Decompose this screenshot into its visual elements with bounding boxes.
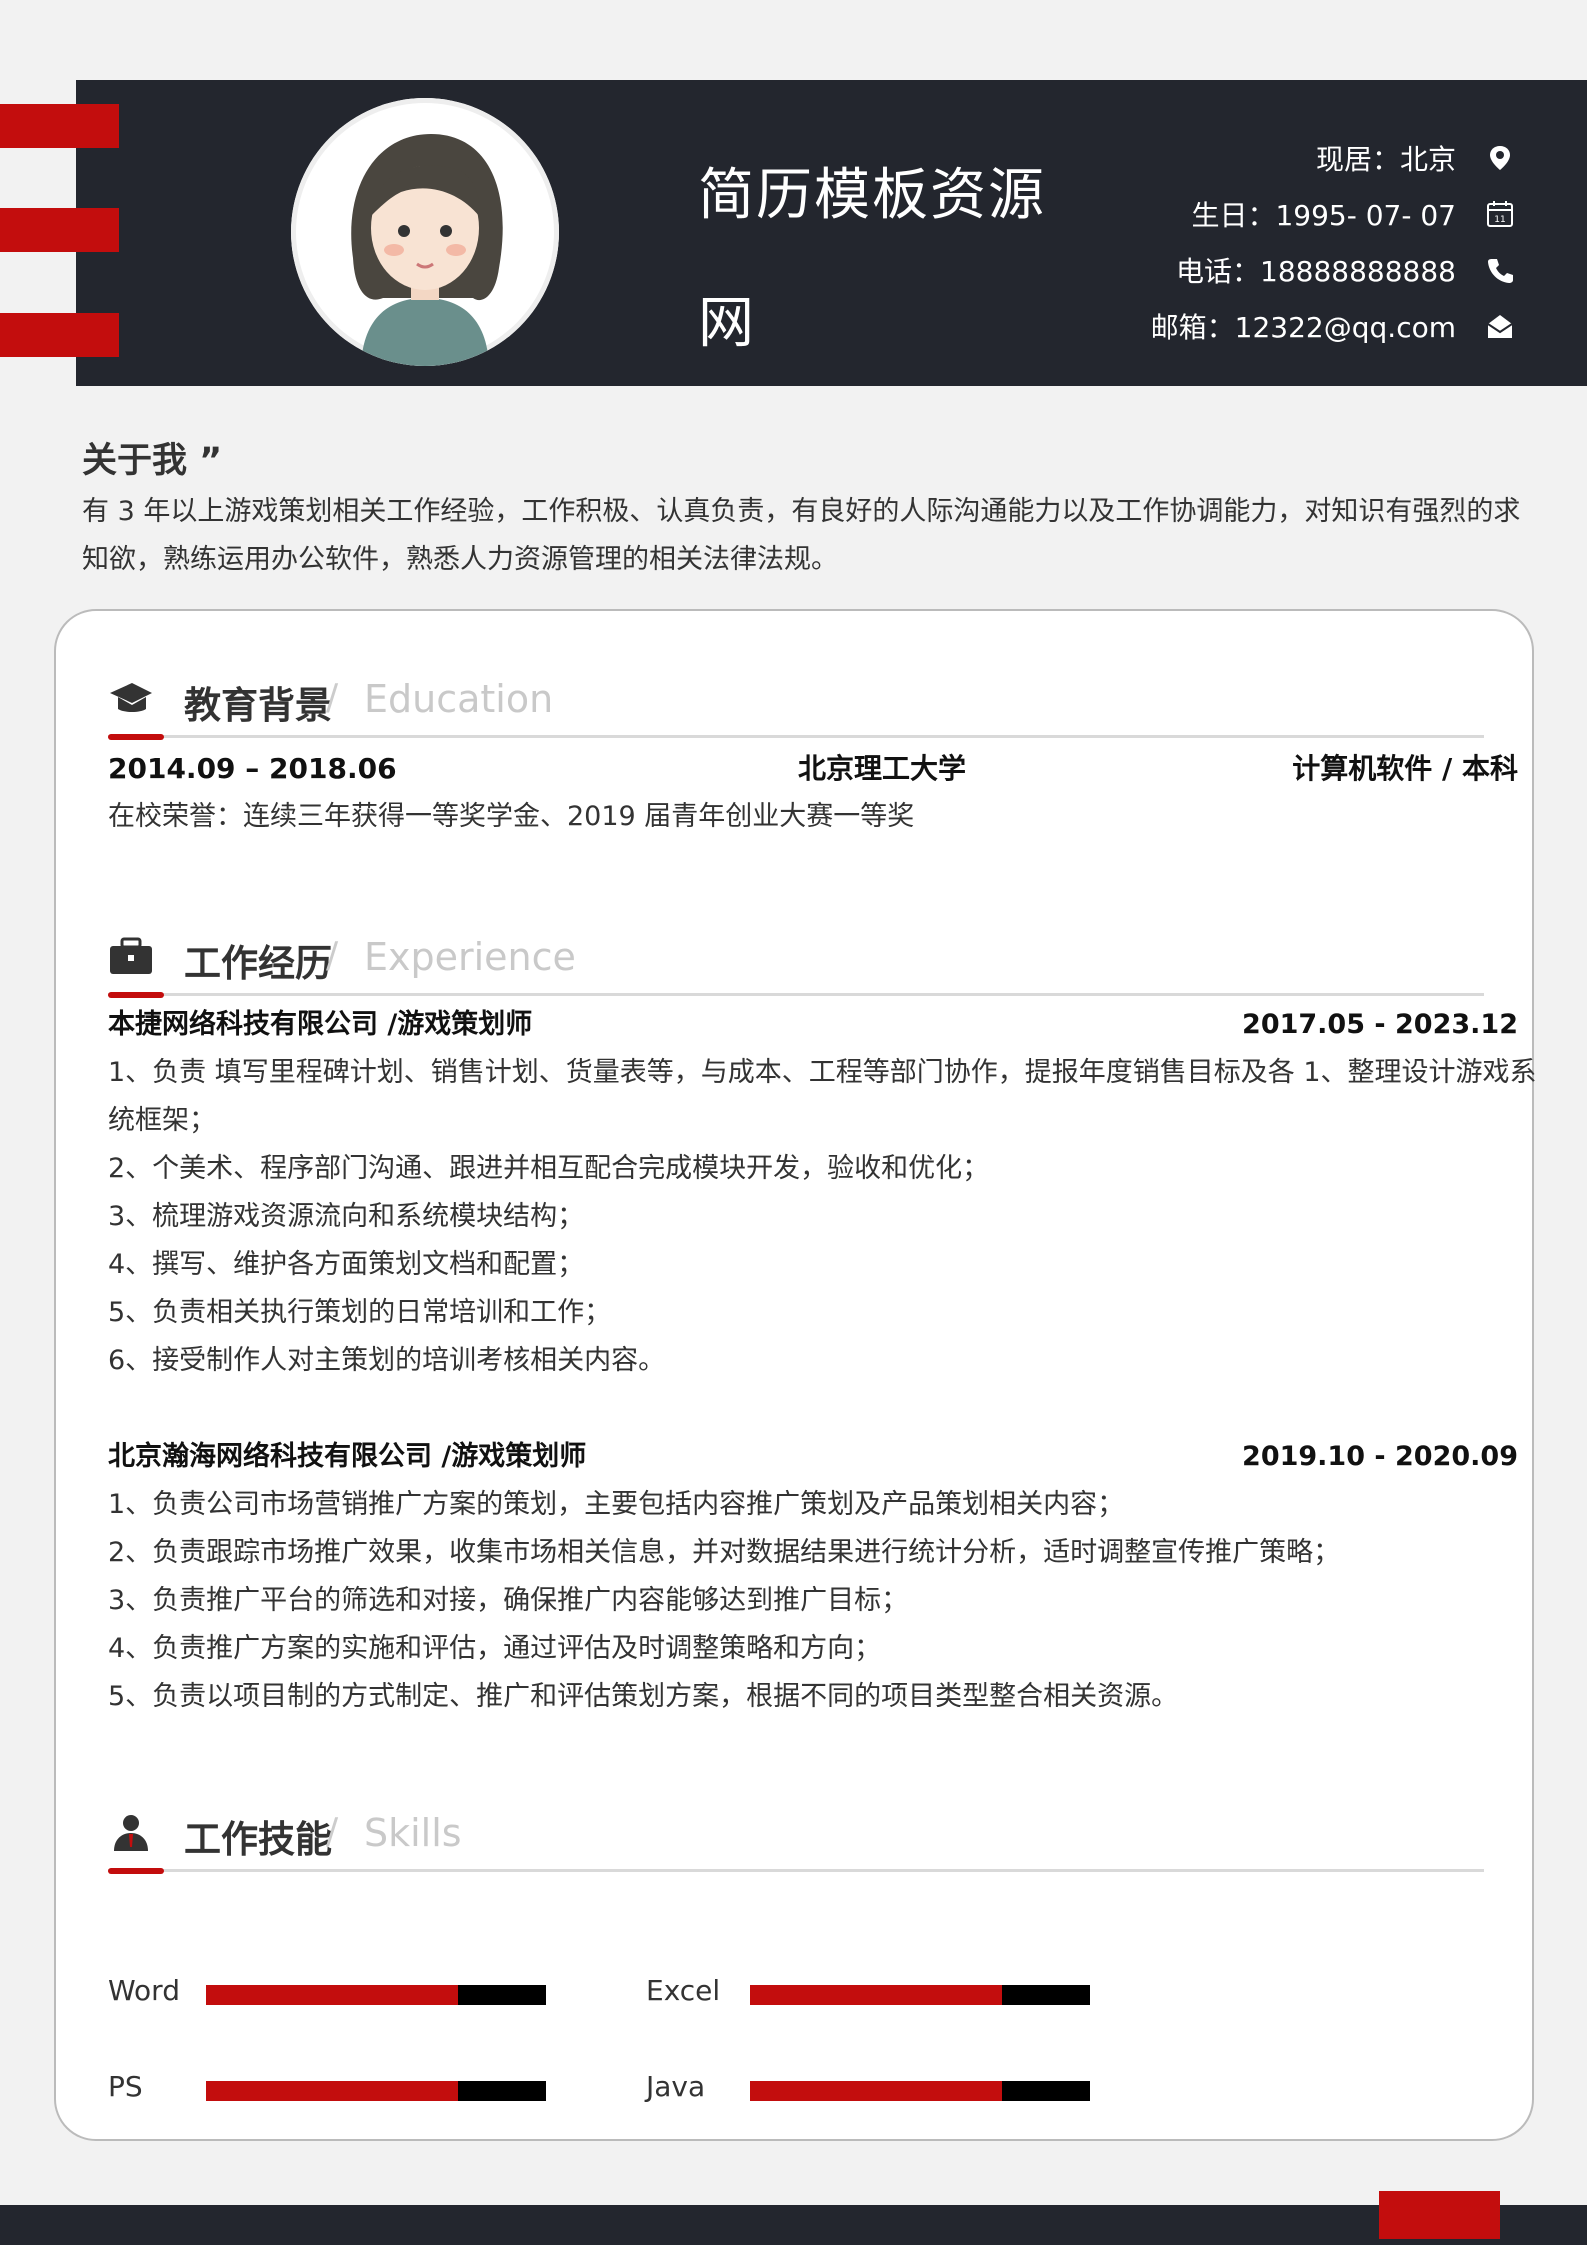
divider-line xyxy=(108,993,1484,996)
location-pin-icon xyxy=(1490,146,1510,170)
title-divider: / xyxy=(326,677,339,718)
skill-name: Word xyxy=(108,1974,180,2007)
job-duty-item: 5、负责以项目制的方式制定、推广和评估策划方案，根据不同的项目类型整合相关资源。 xyxy=(108,1681,1179,1712)
education-honor: 在校荣誉：连续三年获得一等奖学金、2019 届青年创业大赛一等奖 xyxy=(108,801,915,832)
education-school: 北京理工大学 xyxy=(798,752,967,785)
skill-level-fill xyxy=(206,2081,458,2101)
accent-underline xyxy=(108,734,164,740)
job-duties: 1、负责 填写里程碑计划、销售计划、货量表等，与成本、工程等部门协作，提报年度销… xyxy=(108,1049,1548,1385)
education-title-en: Education xyxy=(364,677,554,721)
contact-phone: 电话：18888888888 xyxy=(814,242,1514,298)
person-icon xyxy=(114,1815,148,1851)
job-duty-item: 3、负责推广平台的筛选和对接，确保推广内容能够达到推广目标； xyxy=(108,1585,909,1616)
job-duty-item: 4、撰写、维护各方面策划文档和配置； xyxy=(108,1249,585,1280)
skills-title: 工作技能 xyxy=(184,1818,332,1861)
phone-text: 电话：18888888888 xyxy=(1176,255,1456,288)
about-title: 关于我 ” xyxy=(82,441,223,481)
skill-name: PS xyxy=(108,2070,143,2103)
job-header: 北京瀚海网络科技有限公司 /游戏策划师 2019.10 - 2020.09 xyxy=(108,1433,1518,1481)
education-entry: 2014.09 – 2018.06 北京理工大学 计算机软件 / 本科 xyxy=(108,745,1518,793)
job-duty-item: 4、负责推广方案的实施和评估，通过评估及时调整策略和方向； xyxy=(108,1633,882,1664)
phone-icon xyxy=(1488,259,1513,283)
skill-name: Excel xyxy=(646,1974,721,2007)
job-company: 北京瀚海网络科技有限公司 /游戏策划师 xyxy=(108,1441,587,1472)
job-duty-item: 2、个美术、程序部门沟通、跟进并相互配合完成模块开发，验收和优化； xyxy=(108,1153,990,1184)
envelope-icon xyxy=(1487,315,1513,338)
skill-row: Java xyxy=(646,2063,1090,2111)
briefcase-icon xyxy=(110,937,152,974)
main-card: 教育背景 / Education 2014.09 – 2018.06 北京理工大… xyxy=(54,609,1537,2141)
location-text: 现居：北京 xyxy=(1315,143,1456,176)
skill-level-fill xyxy=(750,1985,1002,2005)
job-period: 2019.10 - 2020.09 xyxy=(1242,1441,1518,1472)
education-title: 教育背景 xyxy=(184,684,332,727)
skill-row: Excel xyxy=(646,1967,1090,2015)
accent-underline xyxy=(108,992,164,998)
skill-bar xyxy=(750,1985,1090,2005)
job-duty-item: 2、负责跟踪市场推广效果，收集市场相关信息，并对数据结果进行统计分析，适时调整宣… xyxy=(108,1537,1341,1568)
skill-name: Java xyxy=(646,2070,706,2103)
contact-email: 邮箱：12322@qq.com xyxy=(814,298,1514,354)
contact-birthday: 生日：1995- 07- 07 11 xyxy=(814,186,1514,242)
title-divider: / xyxy=(326,1811,339,1852)
skill-bar xyxy=(750,2081,1090,2101)
skill-level-fill xyxy=(206,1985,458,2005)
job-duty-item: 5、负责相关执行策划的日常培训和工作； xyxy=(108,1297,612,1328)
avatar-illustration xyxy=(297,104,553,366)
job-period: 2017.05 - 2023.12 xyxy=(1242,1009,1518,1040)
education-major: 计算机软件 / 本科 xyxy=(1292,752,1518,785)
contact-info: 现居：北京 生日：1995- 07- 07 11 电话：18888888888 … xyxy=(814,130,1514,354)
divider-line xyxy=(108,735,1484,738)
divider-line xyxy=(108,1869,1484,1872)
skill-row: Word xyxy=(108,1967,546,2015)
skill-level-fill xyxy=(750,2081,1002,2101)
job-duty-item: 6、接受制作人对主策划的培训考核相关内容。 xyxy=(108,1345,666,1376)
svg-text:11: 11 xyxy=(1494,215,1505,225)
job-duty-item: 1、负责 填写里程碑计划、销售计划、货量表等，与成本、工程等部门协作，提报年度销… xyxy=(108,1057,1537,1136)
job-duty-item: 3、梳理游戏资源流向和系统模块结构； xyxy=(108,1201,585,1232)
footer-red-accent xyxy=(1379,2191,1500,2239)
experience-title: 工作经历 xyxy=(184,942,332,985)
graduation-cap-icon xyxy=(110,683,152,712)
job-duties: 1、负责公司市场营销推广方案的策划，主要包括内容推广策划及产品策划相关内容； 2… xyxy=(108,1481,1548,1721)
skills-title-en: Skills xyxy=(364,1811,462,1855)
skill-bar xyxy=(206,2081,546,2101)
avatar xyxy=(291,98,559,366)
experience-header: 工作经历 / Experience xyxy=(56,915,1484,998)
decor-red-bar xyxy=(0,104,119,148)
footer-bar xyxy=(0,2205,1587,2245)
title-divider: / xyxy=(326,935,339,976)
calendar-icon: 11 xyxy=(1487,201,1513,227)
birthday-text: 生日：1995- 07- 07 xyxy=(1191,199,1456,232)
experience-title-en: Experience xyxy=(364,935,576,979)
decor-red-bar xyxy=(0,313,119,357)
accent-underline xyxy=(108,1868,164,1874)
contact-location: 现居：北京 xyxy=(814,130,1514,186)
email-text: 邮箱：12322@qq.com xyxy=(1150,311,1456,344)
about-text: 有 3 年以上游戏策划相关工作经验，工作积极、认真负责，有良好的人际沟通能力以及… xyxy=(82,496,1521,575)
education-period: 2014.09 – 2018.06 xyxy=(108,752,397,785)
decor-red-bar xyxy=(0,208,119,252)
job-company: 本捷网络科技有限公司 /游戏策划师 xyxy=(108,1009,533,1040)
education-header: 教育背景 / Education xyxy=(56,657,1484,740)
job-header: 本捷网络科技有限公司 /游戏策划师 2017.05 - 2023.12 xyxy=(108,1001,1518,1049)
skill-bar xyxy=(206,1985,546,2005)
skill-row: PS xyxy=(108,2063,546,2111)
skills-header: 工作技能 / Skills xyxy=(56,1791,1484,1874)
job-duty-item: 1、负责公司市场营销推广方案的策划，主要包括内容推广策划及产品策划相关内容； xyxy=(108,1489,1125,1520)
